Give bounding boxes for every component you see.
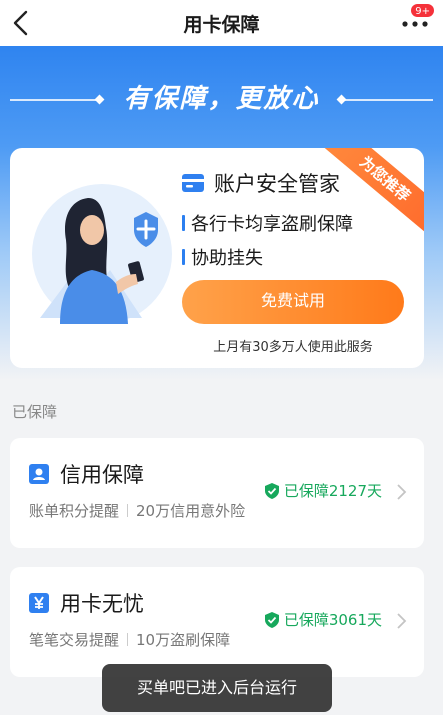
feature-bullet xyxy=(182,215,185,231)
protection-card-credit[interactable]: 信用保障 账单积分提醒 20万信用意外险 已保障2127天 xyxy=(10,438,424,548)
card-name: 信用保障 xyxy=(60,463,144,487)
background-toast: 买单吧已进入后台运行 xyxy=(102,664,332,712)
hero-slogan: 有保障，更放心 xyxy=(123,84,320,114)
shield-check-icon xyxy=(264,482,279,499)
notification-badge: 9+ xyxy=(410,3,435,18)
card-tag: 20万信用意外险 xyxy=(136,502,246,520)
yen-icon xyxy=(29,593,49,613)
card-tags: 笔笔交易提醒 10万盗刷保障 xyxy=(29,629,230,650)
promo-title-text: 账户安全管家 xyxy=(214,172,340,196)
woman-phone-illustration xyxy=(32,184,172,324)
credit-card-icon xyxy=(182,174,204,192)
top-bar: 用卡保障 9+ xyxy=(0,0,443,46)
feature-item: 各行卡均享盗刷保障 xyxy=(182,210,353,236)
status-text: 已保障3061天 xyxy=(283,611,382,629)
status-text: 已保障2127天 xyxy=(283,482,382,500)
feature-item: 协助挂失 xyxy=(182,244,263,270)
promo-title: 账户安全管家 xyxy=(182,168,340,198)
feature-text: 协助挂失 xyxy=(191,248,263,269)
tag-divider xyxy=(127,504,129,517)
card-tag: 10万盗刷保障 xyxy=(136,631,231,649)
person-icon xyxy=(29,464,49,484)
chevron-right-icon xyxy=(397,613,407,629)
protection-card-worry-free[interactable]: 用卡无忧 笔笔交易提醒 10万盗刷保障 已保障3061天 xyxy=(10,567,424,677)
card-tag: 笔笔交易提醒 xyxy=(29,631,120,649)
tag-divider xyxy=(127,633,129,646)
protection-status: 已保障2127天 xyxy=(264,480,382,501)
feature-text: 各行卡均享盗刷保障 xyxy=(191,214,353,235)
free-trial-button[interactable]: 免费试用 xyxy=(182,280,404,324)
feature-bullet xyxy=(182,249,185,265)
protection-status: 已保障3061天 xyxy=(264,609,382,630)
promo-card: 为您推荐 账户安全管家 各行卡均享盗刷保障 协助挂失 免费试用 上月有30多万人… xyxy=(10,148,424,368)
page-title: 用卡保障 xyxy=(183,14,260,36)
chevron-right-icon xyxy=(397,484,407,500)
card-tags: 账单积分提醒 20万信用意外险 xyxy=(29,500,245,521)
card-tag: 账单积分提醒 xyxy=(29,502,120,520)
shield-check-icon xyxy=(264,611,279,628)
section-label-protected: 已保障 xyxy=(12,403,58,421)
card-name: 用卡无忧 xyxy=(60,592,144,616)
users-note: 上月有30多万人使用此服务 xyxy=(213,340,373,355)
slogan-divider-right xyxy=(343,99,433,101)
